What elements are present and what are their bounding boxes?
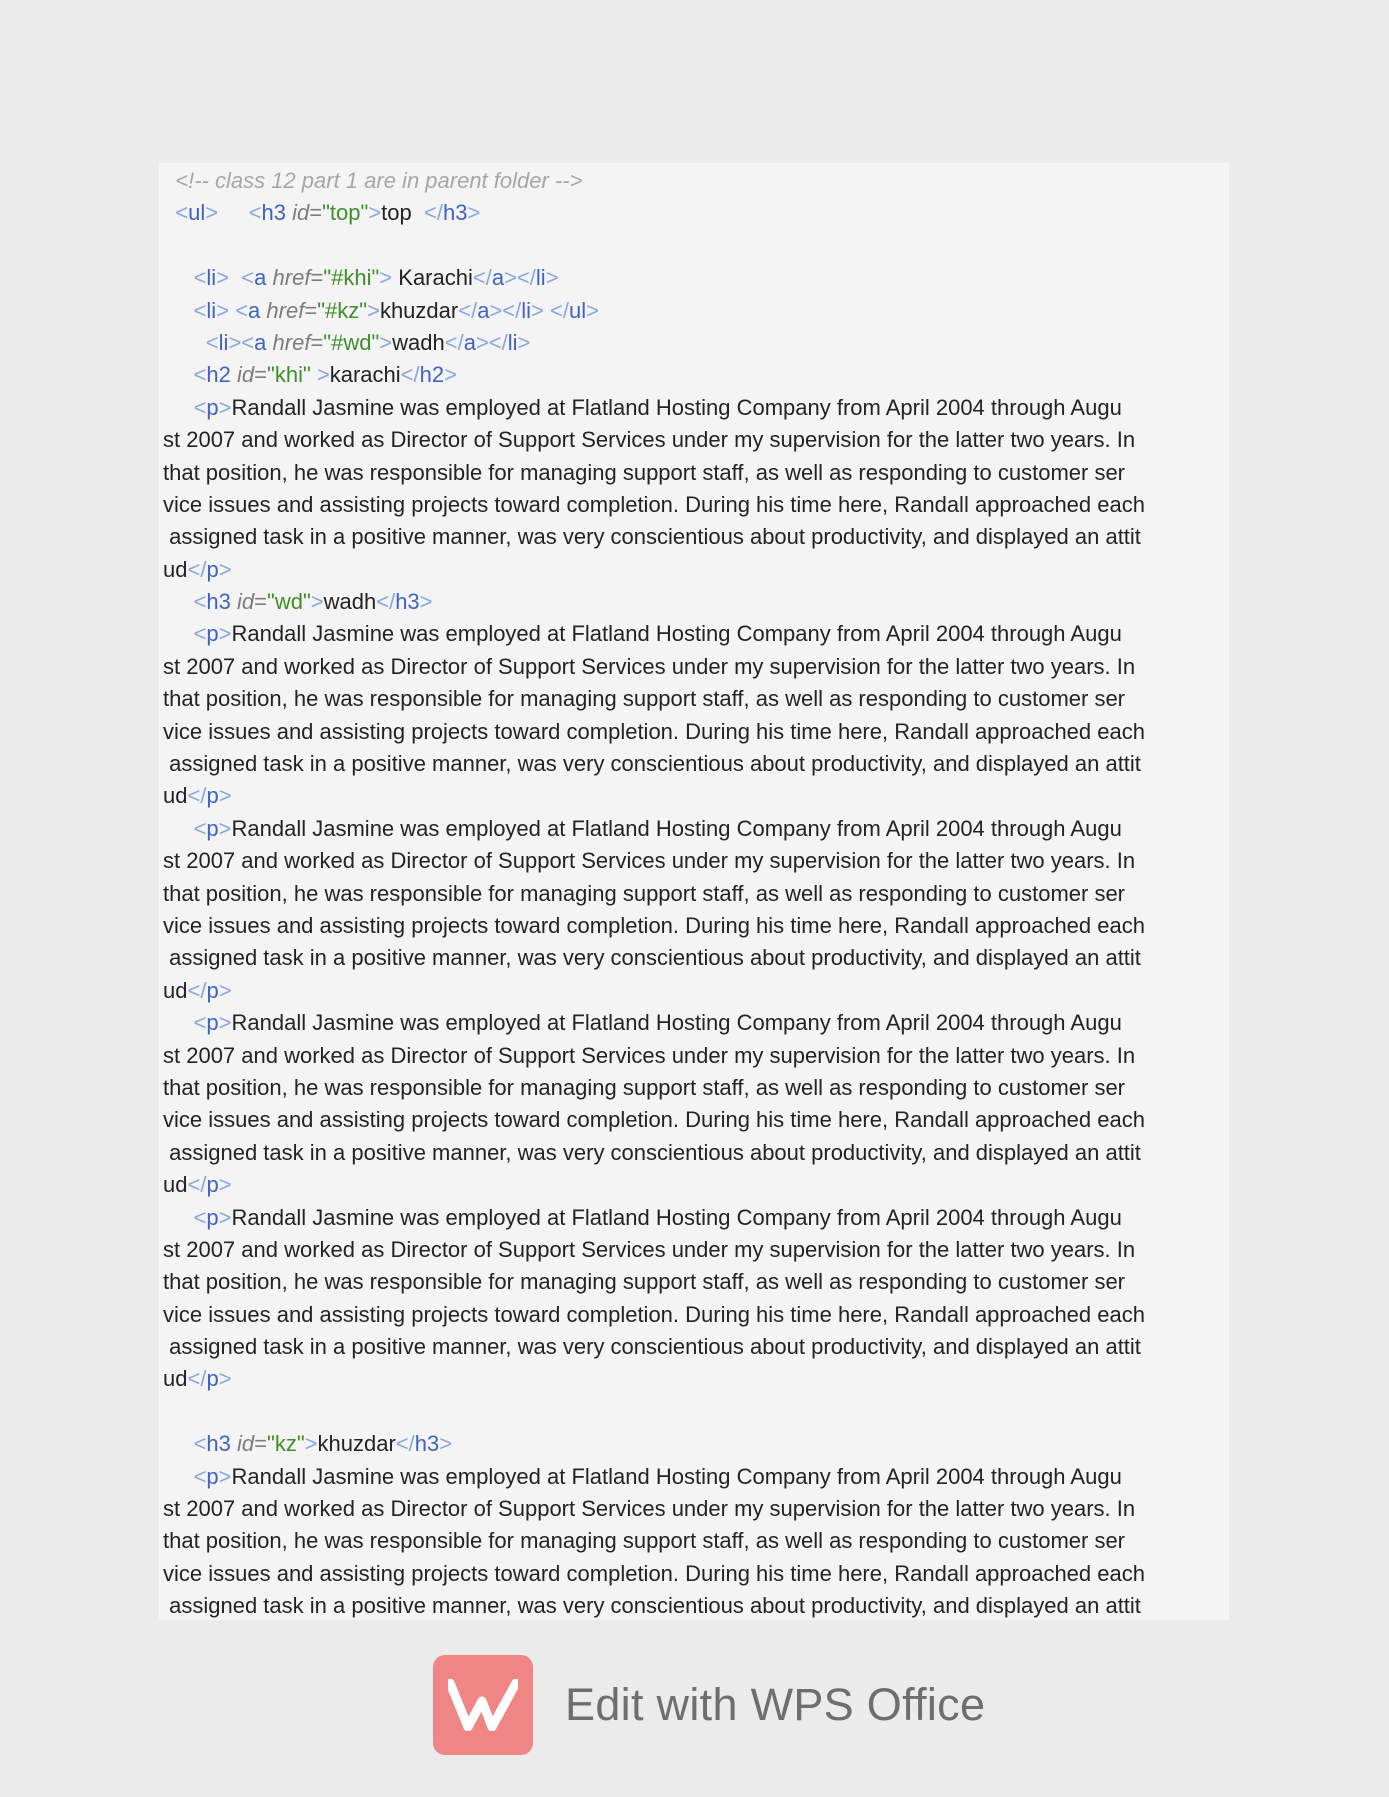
paragraph-line: <p>Randall Jasmine was employed at Flatl… <box>193 1463 1122 1489</box>
nav-list-open-line: <ul> <h3 id="top">top </h3> <box>175 200 481 226</box>
paragraph-line: st 2007 and worked as Director of Suppor… <box>163 1496 1136 1522</box>
p-close-tag: p <box>206 1172 219 1198</box>
paragraph-line: vice issues and assisting projects towar… <box>163 912 1145 938</box>
section-heading-khuzdar: <h3 id="kz">khuzdar</h3> <box>193 1431 453 1457</box>
html-source-code: <!-- class 12 part 1 are in parent folde… <box>163 165 1225 1620</box>
top-id-value: top <box>329 200 361 226</box>
p-open-tag: p <box>206 815 219 841</box>
paragraph-line: assigned task in a positive manner, was … <box>163 751 1141 777</box>
khuzdar-href: #kz <box>325 297 360 323</box>
paragraph-line: assigned task in a positive manner, was … <box>163 1334 1141 1360</box>
paragraph-text: Randall Jasmine was employed at Flatland… <box>231 1010 1122 1036</box>
watermark-text: Edit with WPS Office <box>565 1679 986 1730</box>
nav-link-karachi[interactable]: Karachi <box>392 265 473 290</box>
paragraph-line: <p>Randall Jasmine was employed at Flatl… <box>193 1204 1122 1230</box>
paragraph-line: <p>Randall Jasmine was employed at Flatl… <box>193 621 1122 647</box>
khi-id-value: khi <box>274 362 303 388</box>
paragraph-end-line: ud</p> <box>163 1172 232 1198</box>
paragraph-line: st 2007 and worked as Director of Suppor… <box>163 848 1136 874</box>
paragraph-text: Randall Jasmine was employed at Flatland… <box>231 815 1122 841</box>
top-heading-text: top <box>381 200 418 226</box>
paragraph-line: st 2007 and worked as Director of Suppor… <box>163 653 1136 679</box>
nav-item-khuzdar: <li> <a href="#kz">khuzdar</a></li> </ul… <box>193 297 599 323</box>
p-close-tag: p <box>206 556 219 582</box>
paragraph-line: that position, he was responsible for ma… <box>163 1074 1126 1100</box>
wps-w-glyph <box>448 1679 518 1731</box>
nav-link-khuzdar[interactable]: khuzdar <box>380 298 458 323</box>
heading-karachi-text: karachi <box>329 362 401 388</box>
paragraph-text: ud <box>163 783 188 809</box>
paragraph-line: <p>Randall Jasmine was employed at Flatl… <box>193 1010 1122 1036</box>
paragraph-line: assigned task in a positive manner, was … <box>163 1139 1141 1165</box>
paragraph-line: that position, he was responsible for ma… <box>163 459 1126 485</box>
source-comment: <!-- class 12 part 1 are in parent folde… <box>163 165 1225 197</box>
paragraph-text: Randall Jasmine was employed at Flatland… <box>231 394 1122 420</box>
paragraph-text: Randall Jasmine was employed at Flatland… <box>231 1204 1122 1230</box>
h2-close-tag: h2 <box>419 362 445 388</box>
paragraph-end-line: ud</p> <box>163 556 232 582</box>
wadh-href: #wd <box>331 329 372 355</box>
paragraph-text: ud <box>163 977 188 1003</box>
wps-logo-icon <box>433 1655 533 1755</box>
document-page: <!-- class 12 part 1 are in parent folde… <box>159 163 1229 1620</box>
p-open-tag: p <box>206 1463 219 1489</box>
p-open-tag: p <box>206 394 219 420</box>
ul-close-tag: ul <box>568 297 587 323</box>
paragraph-line: vice issues and assisting projects towar… <box>163 1560 1145 1586</box>
id-attribute: id <box>292 200 310 226</box>
nav-item-wadh: <li><a href="#wd">wadh</a></li> <box>205 329 531 355</box>
paragraph-line: st 2007 and worked as Director of Suppor… <box>163 1236 1136 1262</box>
paragraph-line: that position, he was responsible for ma… <box>163 1528 1126 1554</box>
paragraph-line: st 2007 and worked as Director of Suppor… <box>163 427 1136 453</box>
p-close-tag: p <box>206 977 219 1003</box>
ul-open-tag: ul <box>188 200 206 226</box>
p-open-tag: p <box>206 1010 219 1036</box>
h3-close-tag: h3 <box>442 200 468 226</box>
h3-tag: h3 <box>261 200 286 226</box>
h3-tag: h3 <box>206 1431 231 1457</box>
paragraph-text: ud <box>163 1366 188 1392</box>
section-heading-wadh: <h3 id="wd">wadh</h3> <box>193 589 433 615</box>
karachi-href: #khi <box>331 265 372 291</box>
paragraph-line: vice issues and assisting projects towar… <box>163 1301 1145 1327</box>
paragraph-text: Randall Jasmine was employed at Flatland… <box>231 621 1122 647</box>
paragraph-line: assigned task in a positive manner, was … <box>163 945 1141 971</box>
paragraph-end-line: ud</p> <box>163 1366 232 1392</box>
paragraph-line: that position, he was responsible for ma… <box>163 686 1126 712</box>
p-close-tag: p <box>206 1366 219 1392</box>
h3-tag: h3 <box>206 589 231 615</box>
wd-id-value: wd <box>274 589 303 615</box>
h2-tag: h2 <box>206 362 231 388</box>
h3-close-tag: h3 <box>414 1431 440 1457</box>
paragraph-line: vice issues and assisting projects towar… <box>163 491 1145 517</box>
paragraph-line: vice issues and assisting projects towar… <box>163 718 1145 744</box>
paragraph-text: ud <box>163 1172 188 1198</box>
wps-watermark[interactable]: Edit with WPS Office <box>433 1655 985 1755</box>
h3-close-tag: h3 <box>395 589 420 615</box>
paragraph-line: st 2007 and worked as Director of Suppor… <box>163 1042 1136 1068</box>
paragraph-line: <p>Randall Jasmine was employed at Flatl… <box>193 394 1122 420</box>
paragraph-line: that position, he was responsible for ma… <box>163 1269 1126 1295</box>
p-open-tag: p <box>206 621 219 647</box>
nav-link-wadh[interactable]: wadh <box>392 330 445 355</box>
paragraph-line: that position, he was responsible for ma… <box>163 880 1126 906</box>
paragraph-end-line: ud</p> <box>163 783 232 809</box>
comment-text: <!-- class 12 part 1 are in parent folde… <box>175 168 583 193</box>
section-heading-karachi: <h2 id="khi" >karachi</h2> <box>193 362 457 388</box>
paragraph-line: <p>Randall Jasmine was employed at Flatl… <box>193 815 1122 841</box>
p-open-tag: p <box>206 1204 219 1230</box>
paragraph-line: assigned task in a positive manner, was … <box>163 524 1141 550</box>
p-close-tag: p <box>206 783 219 809</box>
kz-id-value: kz <box>274 1431 297 1457</box>
nav-item-karachi: <li> <a href="#khi"> Karachi</a></li> <box>193 265 559 291</box>
paragraph-text: ud <box>163 556 188 582</box>
paragraph-line: vice issues and assisting projects towar… <box>163 1107 1145 1133</box>
paragraph-end-line: ud</p> <box>163 977 232 1003</box>
paragraph-line: assigned task in a positive manner, was … <box>163 1593 1141 1619</box>
heading-khuzdar-text: khuzdar <box>317 1431 396 1457</box>
heading-wadh-text: wadh <box>323 589 377 615</box>
paragraph-text: Randall Jasmine was employed at Flatland… <box>231 1463 1122 1489</box>
